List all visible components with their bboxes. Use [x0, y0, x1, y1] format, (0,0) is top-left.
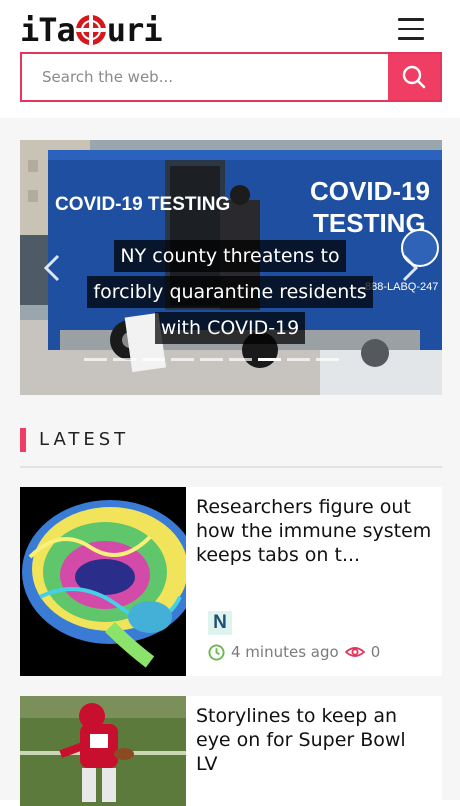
article-title[interactable]: Storylines to keep an eye on for Super B…	[196, 704, 432, 776]
truck-text-left: COVID-19 TESTING	[55, 194, 230, 215]
article-card[interactable]: Researchers figure out how the immune sy…	[20, 487, 442, 676]
logo-text-right: uri	[106, 11, 163, 49]
search-input[interactable]	[22, 54, 388, 100]
search-button[interactable]	[388, 54, 440, 100]
site-logo[interactable]: iTa uri	[20, 10, 163, 50]
eye-icon	[344, 647, 365, 657]
carousel-dot[interactable]	[113, 358, 136, 361]
logo-text-left: iTa	[20, 11, 76, 49]
carousel-dots	[84, 358, 339, 361]
caption-line: forcibly quarantine residents	[87, 276, 373, 308]
clock-icon	[208, 643, 225, 661]
football-player-image	[20, 696, 186, 806]
carousel-dot[interactable]	[287, 358, 310, 361]
carousel-dot[interactable]	[316, 358, 339, 361]
search-icon	[402, 65, 426, 89]
article-meta: 4 minutes ago 0	[208, 643, 380, 661]
section-accent-bar	[20, 428, 26, 452]
view-count: 0	[370, 643, 381, 661]
article-time: 4 minutes ago	[231, 643, 339, 661]
menu-icon[interactable]	[398, 18, 424, 40]
chevron-left-icon[interactable]	[40, 253, 64, 283]
carousel-dot[interactable]	[258, 358, 281, 361]
carousel-dot[interactable]	[142, 358, 165, 361]
article-thumbnail[interactable]	[20, 696, 186, 806]
caption-line: with COVID-19	[154, 312, 306, 344]
site-header: iTa uri	[0, 0, 460, 120]
chevron-right-icon[interactable]	[398, 253, 422, 283]
carousel-dot[interactable]	[229, 358, 252, 361]
article-card[interactable]: Storylines to keep an eye on for Super B…	[20, 696, 442, 806]
article-views: 0	[344, 643, 381, 661]
search-bar	[20, 52, 442, 102]
section-title: LATEST	[39, 429, 130, 450]
carousel-dot[interactable]	[84, 358, 107, 361]
section-header: LATEST	[20, 428, 442, 468]
carousel-caption[interactable]: NY county threatens to forcibly quaranti…	[0, 238, 460, 346]
carousel-dot[interactable]	[171, 358, 194, 361]
globe-icon	[75, 15, 106, 45]
truck-text-right-1: COVID-19	[310, 176, 430, 206]
article-thumbnail[interactable]	[20, 487, 186, 676]
article-title[interactable]: Researchers figure out how the immune sy…	[196, 495, 432, 567]
carousel-dot[interactable]	[200, 358, 223, 361]
caption-line: NY county threatens to	[114, 240, 346, 272]
source-logo[interactable]: N	[208, 611, 232, 635]
brain-scan-image	[20, 487, 186, 676]
